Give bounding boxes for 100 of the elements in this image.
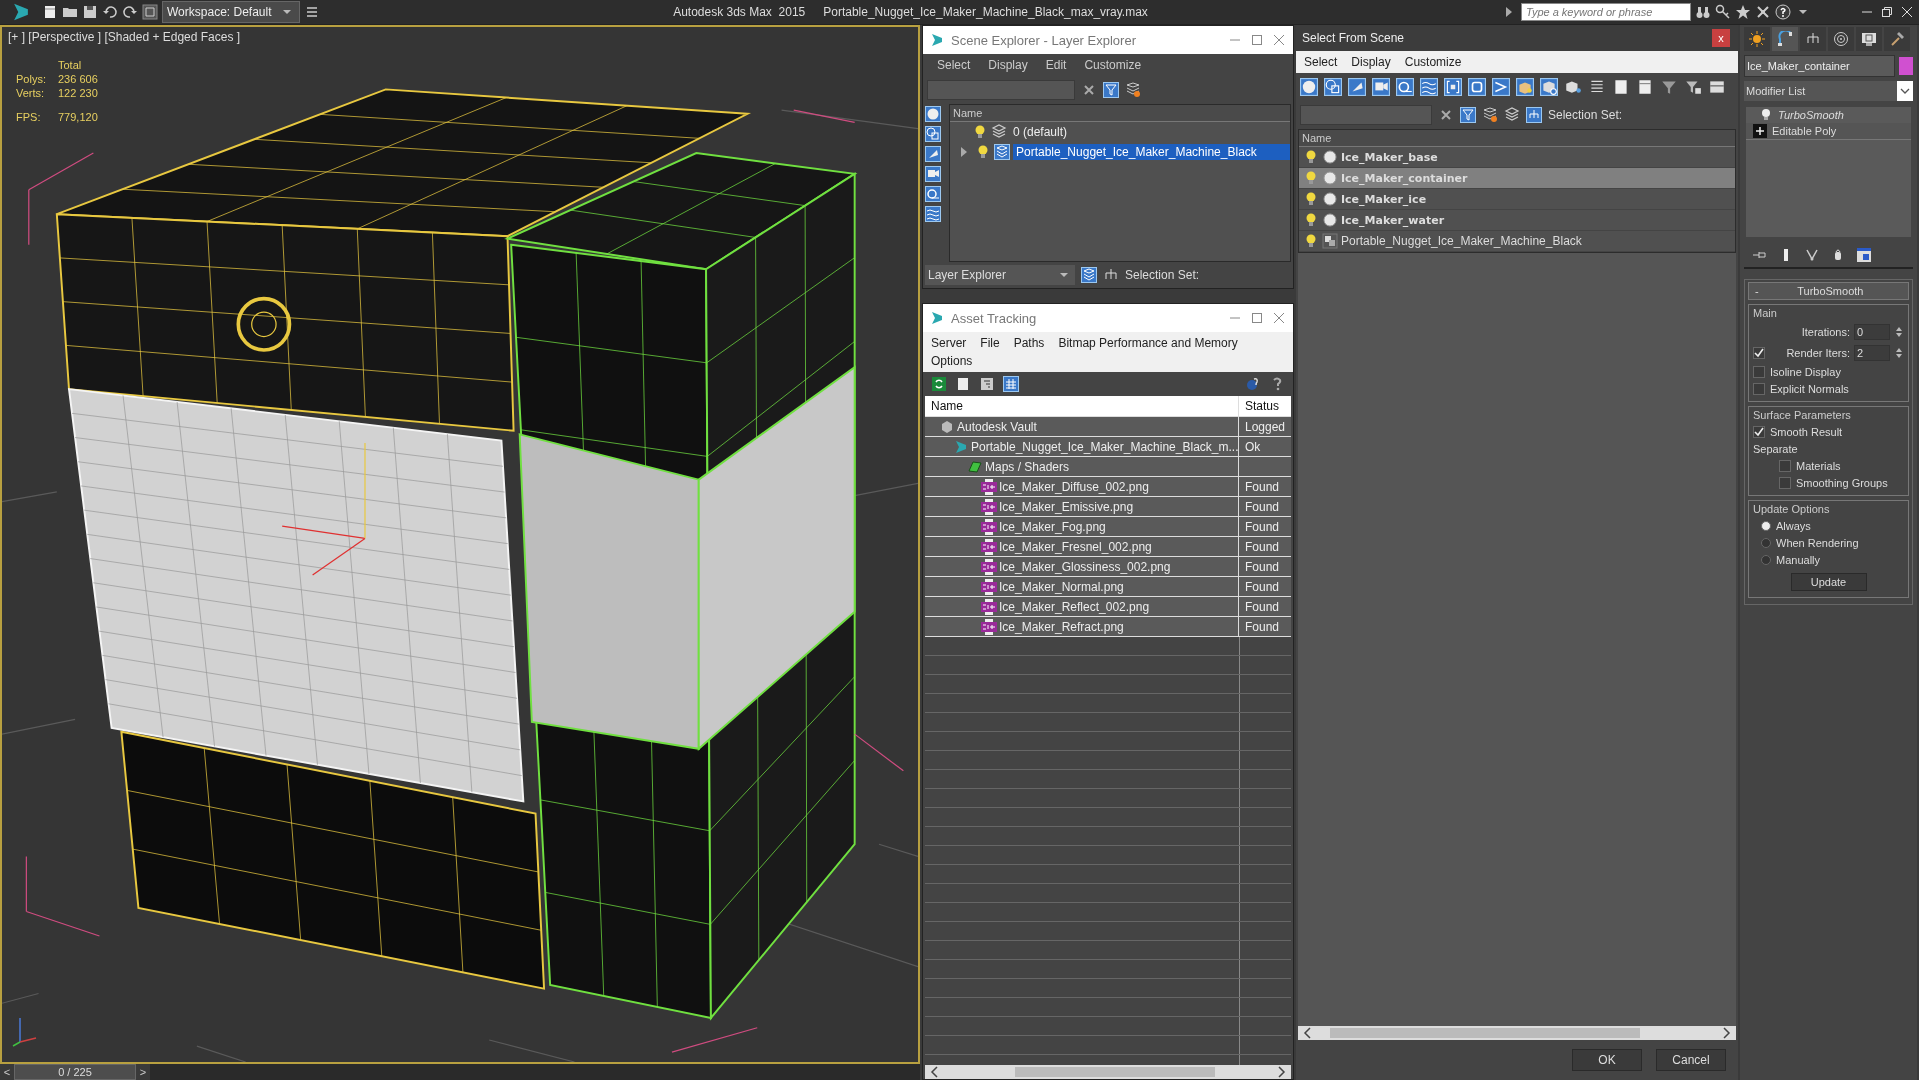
menu-item[interactable]: Display xyxy=(1351,55,1391,69)
refresh-icon[interactable] xyxy=(931,376,947,392)
menu-item[interactable]: Select xyxy=(937,58,971,72)
sun-icon[interactable] xyxy=(1749,31,1765,47)
number-field[interactable]: 2 xyxy=(1854,345,1890,361)
box-gear-icon[interactable] xyxy=(1540,78,1558,96)
menu-item[interactable]: Options xyxy=(931,354,973,368)
modifier-item[interactable]: TurboSmooth xyxy=(1778,109,1844,121)
rounded-square-icon[interactable] xyxy=(1468,78,1486,96)
checkbox[interactable] xyxy=(1779,477,1791,489)
cross-icon[interactable] xyxy=(1755,4,1771,20)
spinner-arrows-icon[interactable] xyxy=(1894,325,1904,339)
target-icon[interactable] xyxy=(1833,31,1849,47)
funnel-list-icon[interactable] xyxy=(1684,78,1702,96)
hierarchy-icon[interactable] xyxy=(1526,107,1542,123)
sphere-icon[interactable] xyxy=(925,106,941,122)
funnel-icon[interactable] xyxy=(1103,82,1119,98)
box-light-icon[interactable] xyxy=(1516,78,1534,96)
checkbox[interactable] xyxy=(1779,460,1791,472)
columns-icon[interactable] xyxy=(1708,78,1726,96)
sphere-icon[interactable] xyxy=(1300,78,1318,96)
binoculars-icon[interactable] xyxy=(1695,4,1711,20)
funnel-icon[interactable] xyxy=(1660,78,1678,96)
configure-icon[interactable] xyxy=(1856,247,1872,263)
radio-button[interactable] xyxy=(1761,538,1771,548)
hammer-icon[interactable] xyxy=(1889,31,1905,47)
horizontal-scrollbar[interactable] xyxy=(925,1065,1291,1079)
object-row[interactable]: Portable_Nugget_Ice_Maker_Machine_Black xyxy=(1299,231,1735,252)
update-button[interactable]: Update xyxy=(1790,573,1867,591)
menu-icon[interactable] xyxy=(304,4,320,20)
menu-item[interactable]: Display xyxy=(988,58,1028,72)
spinner-arrows-icon[interactable] xyxy=(1894,346,1904,360)
fork-icon[interactable] xyxy=(1804,247,1820,263)
checkbox[interactable] xyxy=(1753,366,1765,378)
checkbox[interactable] xyxy=(1753,347,1765,359)
waves-icon[interactable] xyxy=(1420,78,1438,96)
tree-icon[interactable] xyxy=(979,376,995,392)
column-header[interactable]: Name xyxy=(1299,130,1735,147)
cancel-button[interactable]: Cancel xyxy=(1656,1049,1726,1071)
layer-name[interactable]: 0 (default) xyxy=(1010,124,1290,140)
tape-measure-icon[interactable] xyxy=(925,186,941,202)
radio-button[interactable] xyxy=(1761,521,1771,531)
viewport[interactable]: [+ ] [Perspective ] [Shaded + Edged Faces ] Total Polys: 236 606 Verts: 122 230 FPS: 779,120 xyxy=(0,25,920,1064)
modifier-list-dropdown[interactable]: Modifier List xyxy=(1744,81,1913,101)
undo-icon[interactable] xyxy=(102,4,118,20)
bone-icon[interactable] xyxy=(1492,78,1510,96)
search-field[interactable]: Type a keyword or phrase xyxy=(1521,3,1691,21)
new-file-icon[interactable] xyxy=(42,4,58,20)
horizontal-scrollbar[interactable] xyxy=(1298,1026,1736,1040)
column-header[interactable]: Name xyxy=(950,105,1290,122)
object-row[interactable]: Ice_Maker_water xyxy=(1299,210,1735,231)
object-color-swatch[interactable] xyxy=(1899,57,1913,75)
maximize-icon[interactable] xyxy=(1249,310,1265,326)
layers-icon[interactable] xyxy=(1504,107,1520,123)
menu-item[interactable]: Bitmap Performance and Memory xyxy=(1058,336,1238,350)
shapes-icon[interactable] xyxy=(925,126,941,142)
number-field[interactable]: 0 xyxy=(1854,324,1890,340)
layers-icon[interactable] xyxy=(1482,107,1498,123)
radio-button[interactable] xyxy=(1761,555,1771,565)
expand-icon[interactable] xyxy=(1752,123,1768,139)
lamp-icon[interactable] xyxy=(925,146,941,162)
object-row[interactable]: Ice_Maker_base xyxy=(1299,147,1735,168)
menu-item[interactable]: Select xyxy=(1304,55,1338,69)
checkbox[interactable] xyxy=(1753,383,1765,395)
viewport-label[interactable]: [+ ] [Perspective ] [Shaded + Edged Faces ] xyxy=(8,30,241,44)
camera-icon[interactable] xyxy=(925,166,941,182)
menu-item[interactable]: Paths xyxy=(1013,336,1045,350)
rollout-header[interactable]: - TurboSmooth xyxy=(1748,282,1909,300)
lamp-icon[interactable] xyxy=(1348,78,1366,96)
menu-item[interactable]: File xyxy=(980,336,1000,350)
layers-icon[interactable] xyxy=(1125,82,1141,98)
tape-measure-icon[interactable] xyxy=(1396,78,1414,96)
checkbox[interactable] xyxy=(1753,426,1765,438)
camera-icon[interactable] xyxy=(1372,78,1390,96)
menu-item[interactable]: Customize xyxy=(1404,55,1462,69)
arc-icon[interactable] xyxy=(1777,31,1793,47)
maximize-icon[interactable] xyxy=(1249,32,1265,48)
grid-icon[interactable] xyxy=(1003,376,1019,392)
star-icon[interactable] xyxy=(1735,4,1751,20)
monitor-icon[interactable] xyxy=(1861,31,1877,47)
help-icon[interactable] xyxy=(1245,376,1261,392)
layer-name[interactable]: Portable_Nugget_Ice_Maker_Machine_Black xyxy=(1013,144,1290,160)
bracket-icon[interactable] xyxy=(1444,78,1462,96)
help-icon[interactable] xyxy=(1775,4,1791,20)
key-icon[interactable] xyxy=(1715,4,1731,20)
page-icon[interactable] xyxy=(1612,78,1630,96)
object-row[interactable]: Ice_Maker_ice xyxy=(1299,189,1735,210)
ok-button[interactable]: OK xyxy=(1572,1049,1642,1071)
waves-icon[interactable] xyxy=(925,206,941,222)
previous-frame-button[interactable]: < xyxy=(0,1064,14,1080)
explorer-dropdown[interactable]: Layer Explorer xyxy=(925,265,1075,285)
menu-item[interactable]: Customize xyxy=(1084,58,1142,72)
restore-icon[interactable] xyxy=(1879,4,1895,20)
document-icon[interactable] xyxy=(1636,78,1654,96)
next-frame-button[interactable]: > xyxy=(136,1064,150,1080)
shapes-icon[interactable] xyxy=(1324,78,1342,96)
scrollbar-thumb[interactable] xyxy=(1015,1067,1215,1077)
workspace-dropdown[interactable]: Workspace: Default xyxy=(162,1,300,23)
search-field[interactable] xyxy=(927,80,1075,100)
time-slider-thumb[interactable]: 0 / 225 xyxy=(14,1064,136,1080)
